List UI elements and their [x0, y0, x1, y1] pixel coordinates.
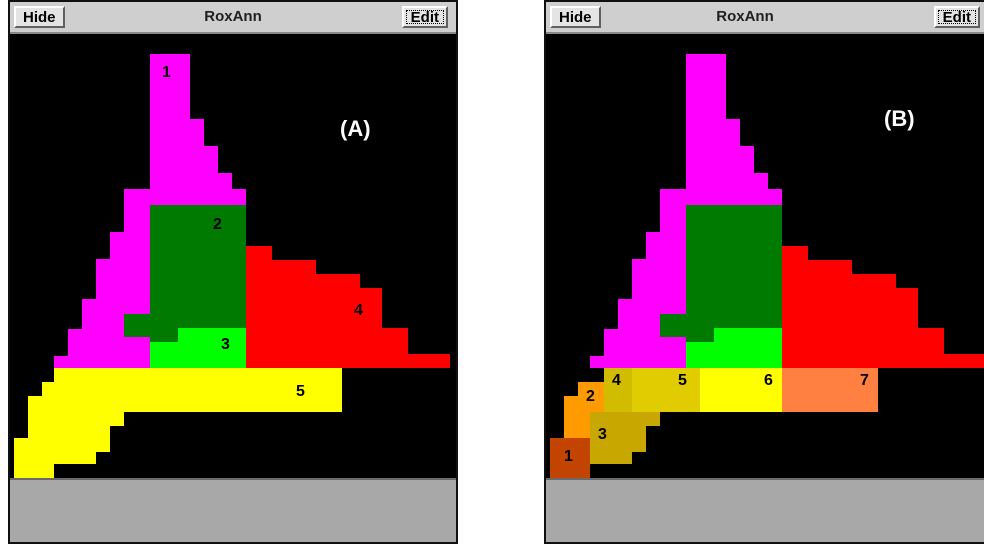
- classification-plot: [546, 34, 984, 478]
- status-area: [546, 478, 984, 542]
- title-bar: Hide RoxAnn Edit: [546, 2, 984, 34]
- roxann-window-a: Hide RoxAnn Edit 1 2 3 4 5 (A): [8, 0, 458, 544]
- class-label-6: 6: [764, 372, 773, 389]
- window-title: RoxAnn: [204, 8, 262, 25]
- roxann-window-b: Hide RoxAnn Edit 1 2 3 4 5 6 7 (B): [544, 0, 984, 544]
- class-label-2: 2: [586, 388, 595, 405]
- panel-label: (B): [884, 106, 915, 131]
- class-5-region: [632, 368, 700, 412]
- class-label-4: 4: [612, 372, 621, 389]
- class-label-1: 1: [162, 64, 171, 81]
- class-label-5: 5: [678, 372, 687, 389]
- class-label-3: 3: [221, 336, 230, 353]
- classification-plot: [10, 34, 456, 478]
- class-label-2: 2: [213, 216, 222, 233]
- edit-button[interactable]: Edit: [933, 6, 980, 28]
- class-label-3: 3: [598, 426, 607, 443]
- class-label-1: 1: [564, 448, 573, 465]
- panel-label: (A): [340, 116, 371, 141]
- class-label-4: 4: [354, 302, 363, 319]
- title-bar: Hide RoxAnn Edit: [10, 2, 456, 34]
- edit-button[interactable]: Edit: [401, 6, 448, 28]
- class-label-5: 5: [296, 383, 305, 400]
- status-area: [10, 478, 456, 542]
- window-title: RoxAnn: [716, 8, 774, 25]
- class-label-7: 7: [860, 372, 869, 389]
